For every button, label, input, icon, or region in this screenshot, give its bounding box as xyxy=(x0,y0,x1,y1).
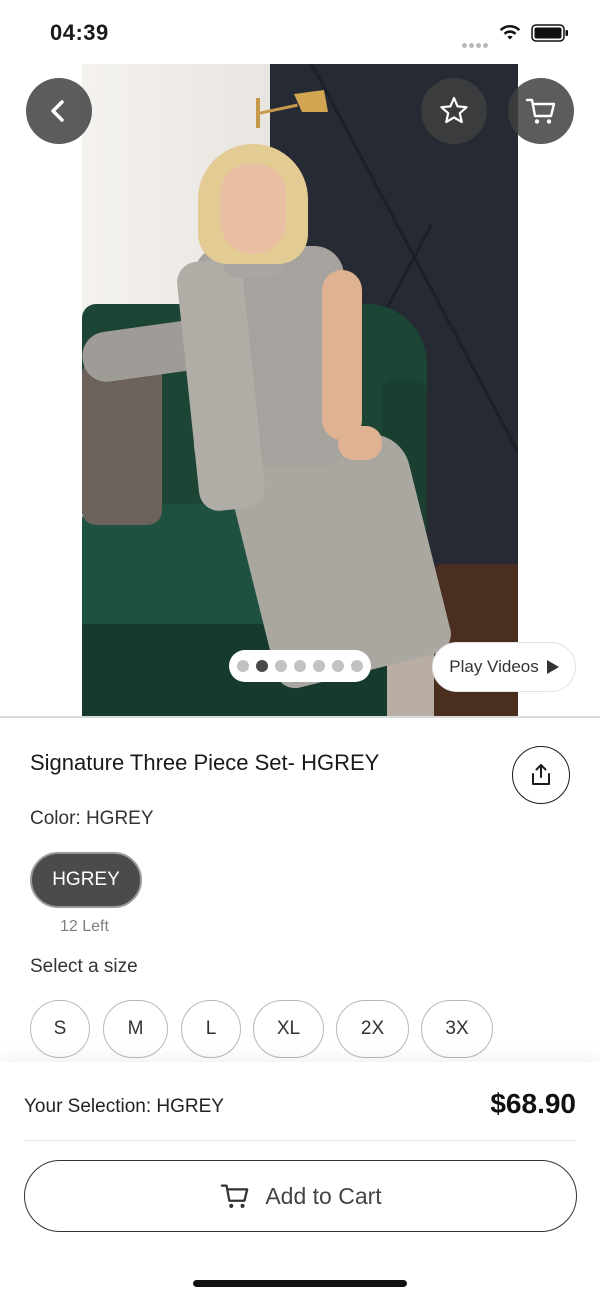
selection-summary: Your Selection: HGREY xyxy=(24,1096,224,1117)
play-videos-label: Play Videos xyxy=(449,657,539,676)
play-icon xyxy=(546,660,559,674)
pager-dot[interactable] xyxy=(275,660,287,672)
image-pager[interactable] xyxy=(229,650,371,682)
stock-count: 12 Left xyxy=(60,918,109,935)
color-option-label: HGREY xyxy=(52,869,120,890)
status-bar: 04:39 xyxy=(0,0,600,64)
back-button[interactable] xyxy=(26,78,92,144)
favorite-button[interactable] xyxy=(421,78,487,144)
size-option-xl[interactable]: XL xyxy=(253,1000,324,1058)
size-option-3x[interactable]: 3X xyxy=(421,1000,493,1058)
add-to-cart-label: Add to Cart xyxy=(265,1182,382,1209)
wifi-icon xyxy=(499,24,521,40)
signal-icon xyxy=(462,35,490,48)
pager-dot[interactable] xyxy=(313,660,325,672)
color-label: Color: HGREY xyxy=(30,808,154,829)
size-option-2x[interactable]: 2X xyxy=(336,1000,409,1058)
cart-icon xyxy=(525,98,556,124)
cart-button[interactable] xyxy=(508,78,574,144)
product-photo xyxy=(82,64,518,716)
share-button[interactable] xyxy=(512,746,570,804)
pager-dot[interactable] xyxy=(237,660,249,672)
pager-dot[interactable] xyxy=(351,660,363,672)
pager-dot[interactable] xyxy=(256,660,268,672)
lamp-graphic xyxy=(256,90,328,128)
home-indicator[interactable] xyxy=(193,1280,407,1287)
color-option-hgrey[interactable]: HGREY xyxy=(30,852,142,908)
star-icon xyxy=(440,96,468,124)
play-videos-button[interactable]: Play Videos xyxy=(432,642,576,692)
share-icon xyxy=(532,764,550,785)
bottom-divider xyxy=(24,1140,576,1141)
cart-icon xyxy=(221,1184,249,1208)
size-option-l[interactable]: L xyxy=(181,1000,241,1058)
size-option-s[interactable]: S xyxy=(30,1000,90,1058)
pager-dot[interactable] xyxy=(294,660,306,672)
product-title: Signature Three Piece Set- HGREY xyxy=(30,750,380,775)
size-label: Select a size xyxy=(30,956,138,977)
product-image-carousel[interactable]: Play Videos xyxy=(0,64,600,716)
status-time: 04:39 xyxy=(50,20,109,45)
section-divider xyxy=(0,716,600,718)
price: $68.90 xyxy=(490,1088,576,1119)
battery-icon xyxy=(531,24,568,42)
chevron-left-icon xyxy=(51,100,64,122)
pager-dot[interactable] xyxy=(332,660,344,672)
add-to-cart-button[interactable]: Add to Cart xyxy=(24,1160,577,1232)
size-option-m[interactable]: M xyxy=(103,1000,168,1058)
bottom-bar: Your Selection: HGREY $68.90 Add to Cart xyxy=(0,1062,600,1299)
